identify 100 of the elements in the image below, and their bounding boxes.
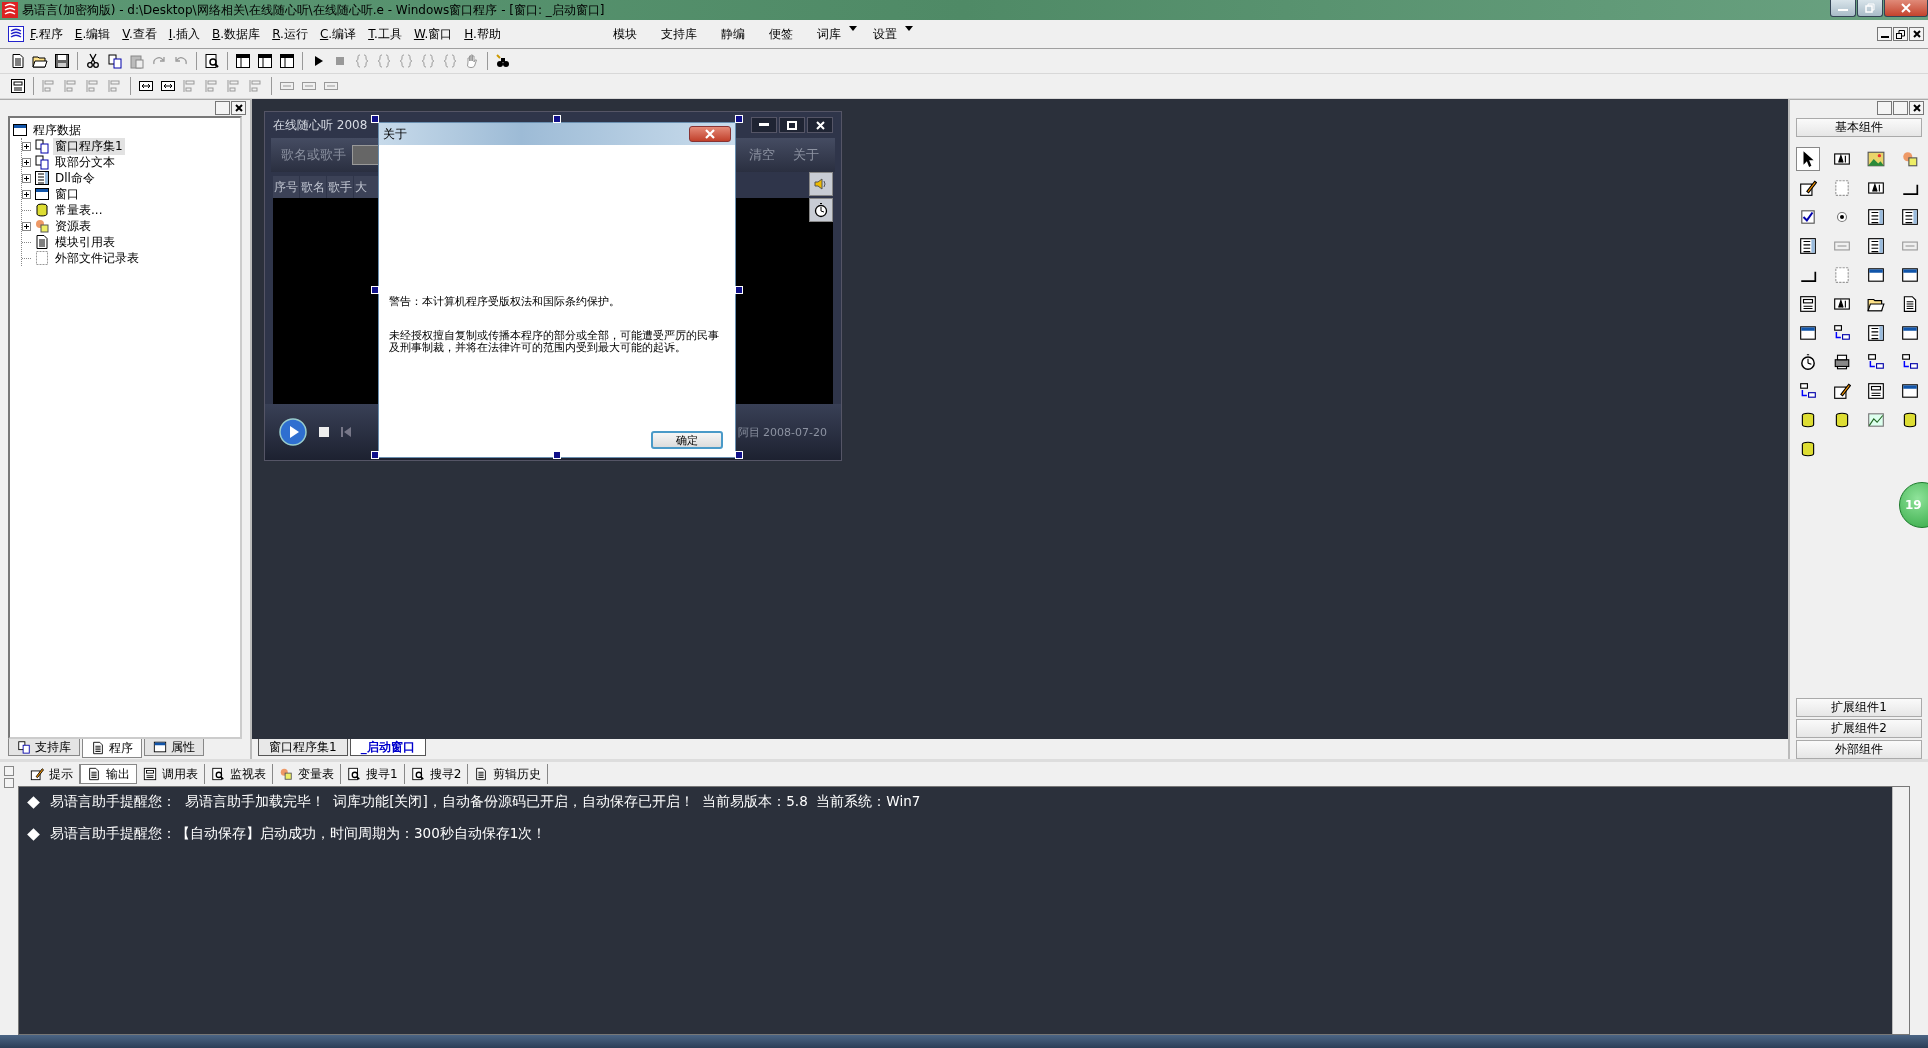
column-header[interactable]: 大 (354, 176, 380, 198)
save-button[interactable] (52, 51, 72, 71)
document-tab[interactable]: 窗口程序集1 (258, 739, 348, 756)
align-icon (41, 78, 57, 94)
output-tab[interactable]: 输出 (80, 764, 137, 784)
menu-item[interactable]: T.工具 (362, 25, 408, 43)
column-header[interactable]: 歌名 (300, 176, 326, 198)
panel-tab[interactable]: 程序 (82, 739, 142, 758)
output-tab[interactable]: 搜寻1 (341, 764, 405, 784)
component-group-button[interactable]: 基本组件 (1796, 118, 1922, 137)
maximize-button[interactable] (779, 117, 805, 133)
column-header[interactable]: 序号 (273, 176, 299, 198)
panel-tab[interactable]: 支持库 (8, 739, 80, 756)
tree-item[interactable]: 窗口 (53, 185, 81, 203)
tree-item[interactable]: 窗口程序集1 (53, 137, 125, 155)
menu-button[interactable] (1877, 101, 1892, 115)
stopwatch-icon (1799, 353, 1817, 371)
menu-item[interactable]: 便签 (752, 25, 801, 43)
caret-icon[interactable] (904, 25, 913, 31)
form-button[interactable]: 清空 (743, 146, 781, 164)
menu-item[interactable]: 支持库 (644, 25, 705, 43)
align-icon (182, 78, 198, 94)
expand-icon[interactable] (22, 189, 31, 199)
copy-button[interactable] (105, 51, 125, 71)
tree-item[interactable]: 程序数据 (31, 121, 83, 139)
menu-item[interactable]: I.插入 (162, 25, 207, 43)
component-group-button[interactable]: 外部组件 (1796, 740, 1922, 759)
align-icon (63, 78, 79, 94)
previous-icon[interactable] (341, 427, 351, 437)
menu-item[interactable]: B.数据库 (206, 25, 267, 43)
output-tab[interactable]: 搜寻2 (404, 764, 469, 784)
menu-item[interactable]: E.编辑 (68, 25, 117, 43)
menu-item[interactable]: W.窗口 (407, 25, 459, 43)
pointer-tool[interactable] (1796, 147, 1820, 171)
minimize-button[interactable] (1830, 0, 1856, 17)
tree-item[interactable]: 模块引用表 (53, 233, 117, 251)
document-tab[interactable]: _启动窗口 (349, 739, 426, 756)
tree-item[interactable]: 常量表... (53, 201, 105, 219)
panel-tab[interactable]: 属性 (144, 739, 204, 756)
menu-item[interactable]: C.编译 (313, 25, 363, 43)
layout-button[interactable] (233, 51, 253, 71)
stopwatch-icon[interactable] (809, 198, 833, 222)
menu-item[interactable]: F.程序 (24, 25, 69, 43)
resize-handle[interactable] (735, 115, 743, 123)
component-group-button[interactable]: 扩展组件2 (1796, 719, 1922, 738)
expand-icon[interactable] (22, 157, 31, 167)
align-icon (248, 78, 264, 94)
resize-handle[interactable] (371, 286, 379, 294)
output-tab[interactable]: 剪辑历史 (468, 764, 549, 784)
close-button[interactable] (1884, 0, 1928, 17)
close-button[interactable] (807, 117, 833, 133)
resize-handle[interactable] (735, 286, 743, 294)
pencil-icon (1799, 179, 1817, 197)
menu-item[interactable]: 模块 (596, 25, 645, 43)
menu-item[interactable]: R.运行 (266, 25, 314, 43)
minimize-button[interactable] (1877, 27, 1892, 41)
component-group-button[interactable]: 扩展组件1 (1796, 698, 1922, 717)
restore-button[interactable] (1857, 0, 1883, 17)
output-tab[interactable]: 变量表 (273, 764, 341, 784)
tree-item[interactable]: Dll命令 (53, 169, 97, 187)
minimize-button[interactable] (751, 117, 777, 133)
play-icon[interactable] (279, 418, 307, 446)
layout-button[interactable] (255, 51, 275, 71)
database-icon (1799, 440, 1817, 458)
grid-button[interactable] (8, 76, 28, 96)
close-button[interactable] (231, 101, 246, 115)
close-button[interactable] (1909, 101, 1924, 115)
resize-handle[interactable] (553, 115, 561, 123)
menu-item[interactable]: 静编 (704, 25, 753, 43)
ok-button[interactable]: 确定 (651, 431, 723, 449)
output-tab[interactable]: 监视表 (205, 764, 273, 784)
menu-item[interactable]: 词库 (800, 25, 849, 43)
scrollbar[interactable] (1892, 787, 1909, 1034)
pencil-icon (1833, 382, 1851, 400)
tree-item[interactable]: 取部分文本 (53, 153, 117, 171)
hand-icon (464, 53, 480, 69)
menu-item[interactable]: H.帮助 (458, 25, 507, 43)
expand-icon[interactable] (22, 221, 31, 231)
menu-item[interactable]: 设置 (856, 25, 905, 43)
resize-handle[interactable] (371, 115, 379, 123)
listbox-icon (1867, 208, 1885, 226)
restore-button[interactable] (1893, 27, 1908, 41)
close-button[interactable] (1909, 27, 1924, 41)
column-header[interactable]: 歌手 (327, 176, 353, 198)
resize-handle[interactable] (553, 451, 561, 459)
form-button[interactable]: 关于 (787, 146, 825, 164)
tree-item[interactable]: 外部文件记录表 (53, 249, 141, 267)
caret-icon[interactable] (848, 25, 857, 31)
close-button[interactable] (689, 126, 731, 142)
menu-item[interactable]: V.查看 (116, 25, 163, 43)
database-icon (34, 202, 50, 218)
layout-button[interactable] (277, 51, 297, 71)
expand-icon[interactable] (22, 173, 31, 183)
resize-handle[interactable] (735, 451, 743, 459)
expand-icon[interactable] (22, 141, 31, 151)
pin-button[interactable] (4, 778, 14, 788)
output-tab[interactable]: 调用表 (137, 764, 205, 784)
restore-icon (1896, 29, 1905, 39)
resize-handle[interactable] (371, 451, 379, 459)
tree-item[interactable]: 资源表 (53, 217, 93, 235)
